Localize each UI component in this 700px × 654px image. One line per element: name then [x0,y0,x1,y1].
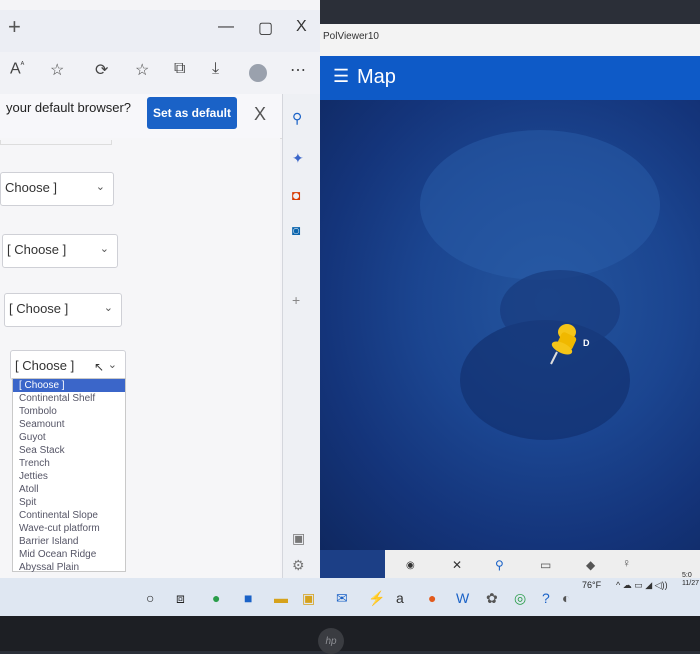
answer-select-1[interactable]: Choose ] ⌄ [0,172,114,206]
dropdown-option[interactable]: Atoll [13,483,125,496]
sparkle-icon[interactable]: ✦ [292,150,304,167]
help-icon[interactable]: ? [542,590,550,606]
store-icon[interactable]: ■ [244,590,252,606]
hp-logo: hp [318,628,344,654]
chevron-down-icon: ⌄ [107,359,117,371]
more-icon[interactable]: ⋯ [290,60,306,80]
dropdown-option[interactable]: Mid Ocean Ridge [13,548,125,561]
mouse-cursor-icon: ↖ [94,360,105,374]
dropdown-option[interactable]: Sea Stack [13,444,125,457]
dropdown-option[interactable]: Continental Shelf [13,392,125,405]
edge-icon[interactable]: ● [212,590,220,606]
marker-tool-icon[interactable]: ♀ [622,556,631,570]
calendar-icon[interactable]: ▣ [302,590,315,607]
app-icon[interactable]: ✿ [486,590,498,607]
dropdown-option[interactable]: Guyot [13,431,125,444]
select-value: [ Choose ] [9,301,69,316]
answer-select-4[interactable]: [ Choose ] ⌄ [10,350,126,380]
default-browser-prompt: your default browser? [6,100,132,115]
pin-tool-icon[interactable]: ✕ [452,558,462,572]
dropdown-option[interactable]: [ Choose ] [13,379,125,392]
clock-date: 11/27 [682,580,699,587]
maximize-button[interactable]: ▢ [258,18,273,38]
office-icon[interactable]: ◘ [292,187,300,203]
dropdown-option[interactable]: Trench [13,457,125,470]
map-app-name: PolViewer10 [323,31,379,42]
minimize-button[interactable]: — [218,18,234,36]
answer-select-2[interactable]: [ Choose ] ⌄ [2,234,118,268]
select-value: Choose ] [5,180,58,195]
app-icon-2[interactable]: ◐ [562,590,570,606]
menu-icon[interactable]: ☰ [333,66,349,87]
location-icon[interactable]: ◆ [586,558,595,572]
collections-icon[interactable]: ⧉ [174,60,185,78]
chevron-down-icon: ⌄ [103,302,113,314]
search-icon[interactable]: ⚲ [292,110,302,127]
firefox-icon[interactable]: ● [428,590,436,606]
app-a-icon[interactable]: a [396,590,404,606]
select-value: [ Choose ] [15,358,75,373]
dropdown-option[interactable]: Tombolo [13,405,125,418]
dropdown-option[interactable]: Jetties [13,470,125,483]
dropdown-option[interactable]: Seamount [13,418,125,431]
dropdown-options-list: [ Choose ] Continental Shelf Tombolo Sea… [12,378,126,574]
select-value: [ Choose ] [7,242,67,257]
dropdown-option[interactable]: Spit [13,496,125,509]
read-aloud-icon[interactable]: Aᴬ [10,60,24,78]
profile-icon[interactable] [249,64,267,82]
infobar-close-button[interactable]: X [254,104,266,125]
favorites-icon[interactable]: ☆ [135,60,149,80]
seafloor-feature [420,130,660,280]
set-as-default-button[interactable]: Set as default [147,97,237,129]
record-icon[interactable]: ◉ [406,560,415,571]
task-view-icon[interactable]: ⧈ [176,590,185,607]
system-tray-icons[interactable]: ^ ☁ ▭ ◢ ◁)) [616,580,668,591]
favorites-add-icon[interactable]: ☆ [50,60,64,80]
browser-toolbar [0,52,320,95]
flash-icon[interactable]: ⚡ [368,590,385,607]
weather-temperature[interactable]: 76°F [582,580,601,590]
dropdown-option[interactable]: Continental Slope [13,509,125,522]
edge-sidebar [282,94,321,583]
dropdown-option[interactable]: Barrier Island [13,535,125,548]
system-clock[interactable]: 5:0 11/27 [682,572,699,588]
outlook-icon[interactable]: ◙ [292,222,300,238]
extensions-icon[interactable]: ⟳ [95,60,108,80]
pushpin-icon[interactable] [545,320,585,366]
image-tool-icon[interactable]: ▭ [540,558,551,572]
clock-time: 5:0 [682,572,692,579]
new-tab-button[interactable]: + [8,14,21,40]
close-window-button[interactable]: X [296,18,307,36]
word-icon[interactable]: W [456,590,469,606]
downloads-icon[interactable]: ⤓ [212,60,219,78]
laptop-bezel [0,616,700,651]
file-explorer-icon[interactable]: ▬ [274,590,288,606]
answer-select-3[interactable]: [ Choose ] ⌄ [4,293,122,327]
previous-field [0,140,112,145]
mail-icon[interactable]: ✉ [336,590,348,607]
dropdown-option[interactable]: Abyssal Plain [13,561,125,574]
chrome-icon[interactable]: ◎ [514,590,526,607]
search-tool-icon[interactable]: ⚲ [495,558,504,572]
map-title: Map [357,66,396,88]
add-icon[interactable]: + [292,292,300,308]
sidebar-layout-icon[interactable]: ▣ [292,530,305,547]
search-circle-icon[interactable]: ○ [146,590,154,606]
chevron-down-icon: ⌄ [95,181,105,193]
chevron-down-icon: ⌄ [99,243,109,255]
pin-label: D [583,338,590,348]
settings-icon[interactable]: ⚙ [292,557,305,574]
dropdown-option[interactable]: Wave-cut platform [13,522,125,535]
